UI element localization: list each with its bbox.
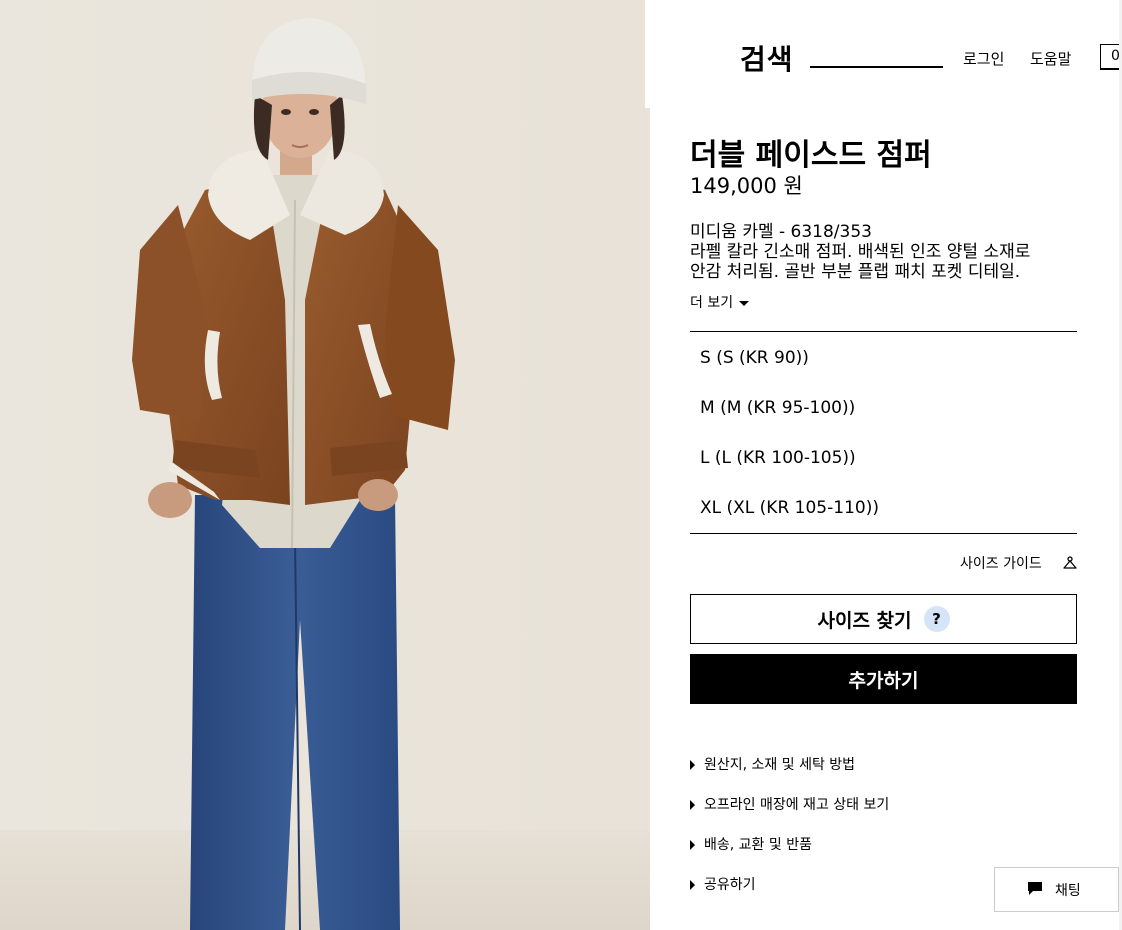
more-label: 더 보기 — [690, 295, 734, 311]
find-size-label: 사이즈 찾기 — [817, 609, 912, 632]
find-size-button[interactable]: 사이즈 찾기 ? — [690, 594, 1077, 644]
info-link-share[interactable]: 공유하기 — [690, 874, 756, 894]
size-selector: S (S (KR 90)) M (M (KR 95-100)) L (L (KR… — [690, 331, 1077, 534]
product-description: 라펠 칼라 긴소매 점퍼. 배색된 인조 양털 소재로 안감 처리됨. 골반 부… — [690, 242, 1090, 282]
info-link-origin-materials[interactable]: 원산지, 소재 및 세탁 방법 — [690, 754, 855, 774]
product-color-reference: 미디움 카멜 - 6318/353 — [690, 222, 872, 242]
info-link-store-stock[interactable]: 오프라인 매장에 재고 상태 보기 — [690, 794, 889, 814]
info-link-label: 공유하기 — [704, 877, 756, 893]
caret-right-icon — [690, 760, 695, 770]
more-button[interactable]: 더 보기 — [690, 292, 750, 312]
login-link[interactable]: 로그인 — [963, 48, 1004, 69]
product-image[interactable] — [0, 0, 650, 930]
site-header: 검색 로그인 도움말 0 — [645, 0, 1122, 108]
info-link-label: 원산지, 소재 및 세탁 방법 — [704, 757, 856, 773]
product-title: 더블 페이스드 점퍼 — [690, 138, 932, 173]
info-link-shipping-returns[interactable]: 배송, 교환 및 반품 — [690, 834, 812, 854]
info-link-label: 배송, 교환 및 반품 — [704, 837, 812, 853]
hanger-icon[interactable] — [1063, 556, 1077, 570]
size-guide-link[interactable]: 사이즈 가이드 — [960, 553, 1042, 573]
caret-right-icon — [690, 840, 695, 850]
caret-right-icon — [690, 880, 695, 890]
description-line-2: 안감 처리됨. 골반 부분 플랩 패치 포켓 디테일. — [690, 262, 1021, 282]
model-illustration — [0, 0, 650, 930]
caret-right-icon — [690, 800, 695, 810]
size-option-m[interactable]: M (M (KR 95-100)) — [690, 382, 1077, 432]
size-option-xl[interactable]: XL (XL (KR 105-110)) — [690, 482, 1077, 532]
add-to-cart-button[interactable]: 추가하기 — [690, 654, 1077, 704]
description-line-1: 라펠 칼라 긴소매 점퍼. 배색된 인조 양털 소재로 — [690, 242, 1031, 262]
caret-down-icon — [739, 300, 750, 306]
size-option-l[interactable]: L (L (KR 100-105)) — [690, 432, 1077, 482]
size-option-s[interactable]: S (S (KR 90)) — [690, 332, 1077, 382]
search-label[interactable]: 검색 — [740, 38, 794, 78]
help-link[interactable]: 도움말 — [1030, 48, 1071, 69]
search-input-underline[interactable] — [810, 66, 943, 68]
info-link-label: 오프라인 매장에 재고 상태 보기 — [704, 797, 890, 813]
chat-icon — [1028, 882, 1042, 895]
product-price: 149,000 원 — [690, 174, 803, 198]
chat-button[interactable]: 채팅 — [994, 867, 1119, 912]
question-icon: ? — [923, 606, 950, 632]
chat-label: 채팅 — [1055, 883, 1081, 899]
